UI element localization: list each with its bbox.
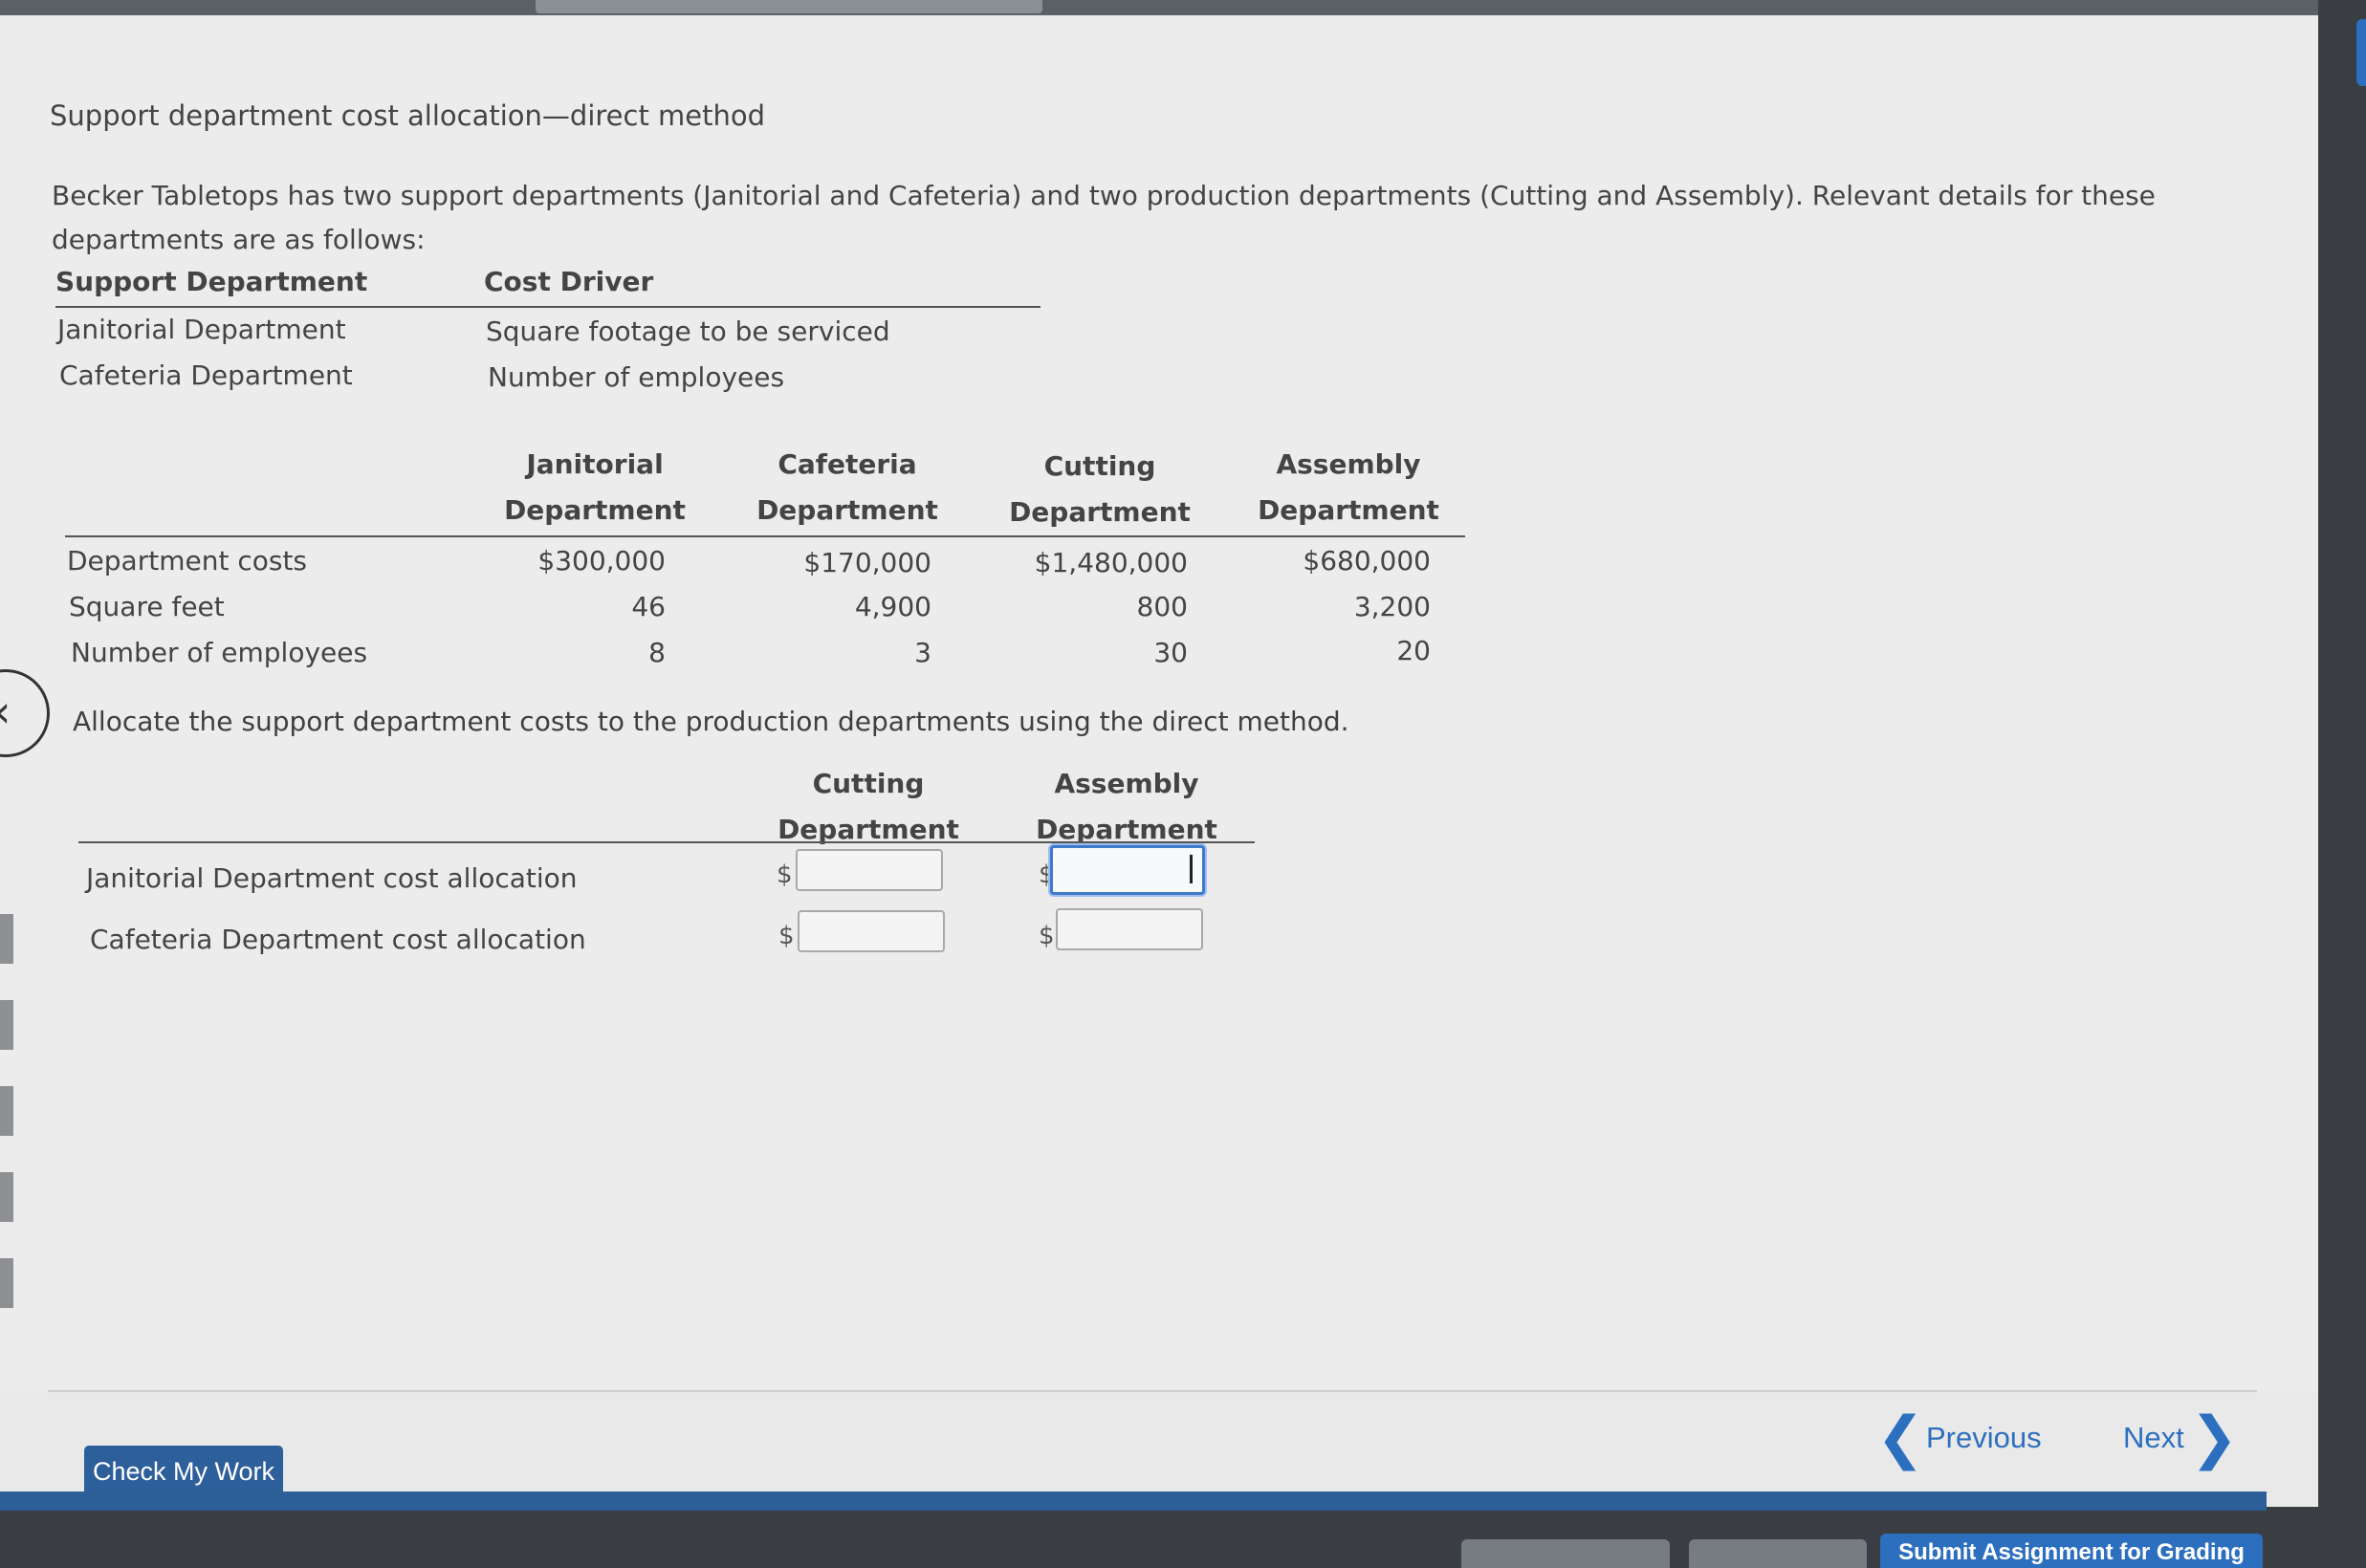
- driver-row-label: Janitorial Department: [57, 314, 346, 345]
- col-line2: Department: [778, 814, 959, 845]
- driver-row-value: Square footage to be serviced: [486, 316, 890, 347]
- answer-col-cutting: Cutting Department: [765, 761, 972, 853]
- question-intro: Becker Tabletops has two support departm…: [52, 180, 2156, 255]
- details-cell: 8: [648, 637, 666, 668]
- details-cell: 3: [914, 637, 931, 668]
- cafeteria-cutting-input[interactable]: [798, 910, 945, 952]
- driver-header-support: Support Department: [55, 266, 368, 297]
- currency-symbol: $: [778, 922, 795, 950]
- details-row-label: Square feet: [69, 591, 225, 622]
- janitorial-cutting-input[interactable]: [796, 849, 943, 891]
- question-title: Support department cost allocation—direc…: [50, 99, 766, 132]
- details-cell: 800: [1136, 591, 1188, 622]
- col-line1: Cutting: [812, 768, 925, 799]
- col-line1: Assembly: [1276, 448, 1421, 480]
- details-col-janitorial: Janitorial Department: [497, 442, 692, 534]
- edge-marker: [0, 1086, 13, 1136]
- chevron-left-icon[interactable]: ❮: [1876, 1409, 1924, 1467]
- details-cell: 3,200: [1353, 591, 1431, 622]
- col-line2: Department: [1009, 496, 1191, 528]
- col-line1: Cutting: [1043, 450, 1156, 482]
- col-line2: Department: [756, 494, 938, 526]
- toolbar-button[interactable]: [1689, 1539, 1867, 1568]
- tab-strip: [536, 0, 1042, 13]
- left-edge-markers: [0, 685, 17, 1354]
- answer-table-rule: [78, 841, 1255, 843]
- edge-marker: [0, 1172, 13, 1222]
- col-line2: Department: [504, 494, 686, 526]
- driver-row-label: Cafeteria Department: [59, 359, 353, 391]
- col-line1: Cafeteria: [778, 448, 917, 480]
- driver-header-cost-driver: Cost Driver: [484, 266, 654, 297]
- driver-row-value: Number of employees: [488, 361, 785, 393]
- details-cell: $680,000: [1303, 545, 1431, 577]
- chevron-right-icon[interactable]: ❯: [2190, 1409, 2238, 1467]
- toolbar-button[interactable]: [1461, 1539, 1670, 1568]
- col-line1: Assembly: [1054, 768, 1199, 799]
- details-col-cutting: Cutting Department: [1002, 444, 1197, 535]
- col-line1: Janitorial: [526, 448, 664, 480]
- details-cell: $1,480,000: [1034, 547, 1188, 578]
- edge-marker: [0, 1258, 13, 1308]
- details-cell: $300,000: [537, 545, 666, 577]
- right-edge-panel: [2318, 0, 2366, 1562]
- check-my-work-button[interactable]: Check My Work: [84, 1446, 283, 1497]
- answer-row-label: Cafeteria Department cost allocation: [90, 924, 586, 955]
- details-col-assembly: Assembly Department: [1251, 442, 1446, 534]
- details-cell: 20: [1396, 635, 1431, 666]
- submit-assignment-button[interactable]: Submit Assignment for Grading: [1880, 1534, 2263, 1568]
- previous-link[interactable]: Previous: [1926, 1421, 2042, 1455]
- driver-table-rule: [55, 306, 1041, 308]
- details-row-label: Number of employees: [71, 637, 368, 668]
- currency-symbol: $: [1039, 922, 1055, 950]
- text-cursor: [1190, 855, 1193, 883]
- question-content: Support department cost allocation—direc…: [0, 15, 2318, 1394]
- details-cell: 30: [1153, 637, 1188, 668]
- next-link[interactable]: Next: [2123, 1421, 2184, 1455]
- assignment-sheet: Support department cost allocation—direc…: [0, 15, 2318, 1507]
- janitorial-assembly-input[interactable]: [1050, 845, 1205, 895]
- edge-marker: [0, 914, 13, 964]
- details-row-label: Department costs: [67, 545, 308, 577]
- instruction-text: Allocate the support department costs to…: [73, 706, 1349, 737]
- details-table-rule: [65, 535, 1465, 537]
- details-cell: 4,900: [854, 591, 931, 622]
- col-line2: Department: [1258, 494, 1439, 526]
- details-cell: $170,000: [803, 547, 931, 578]
- answer-col-assembly: Assembly Department: [1023, 761, 1230, 853]
- footer-accent-bar: [0, 1492, 2267, 1511]
- currency-symbol: $: [777, 860, 793, 889]
- edge-marker: [0, 1000, 13, 1050]
- right-edge-tab[interactable]: [2356, 19, 2366, 86]
- details-cell: 46: [631, 591, 666, 622]
- answer-row-label: Janitorial Department cost allocation: [86, 862, 578, 894]
- cafeteria-assembly-input[interactable]: [1056, 908, 1203, 950]
- details-col-cafeteria: Cafeteria Department: [750, 442, 945, 534]
